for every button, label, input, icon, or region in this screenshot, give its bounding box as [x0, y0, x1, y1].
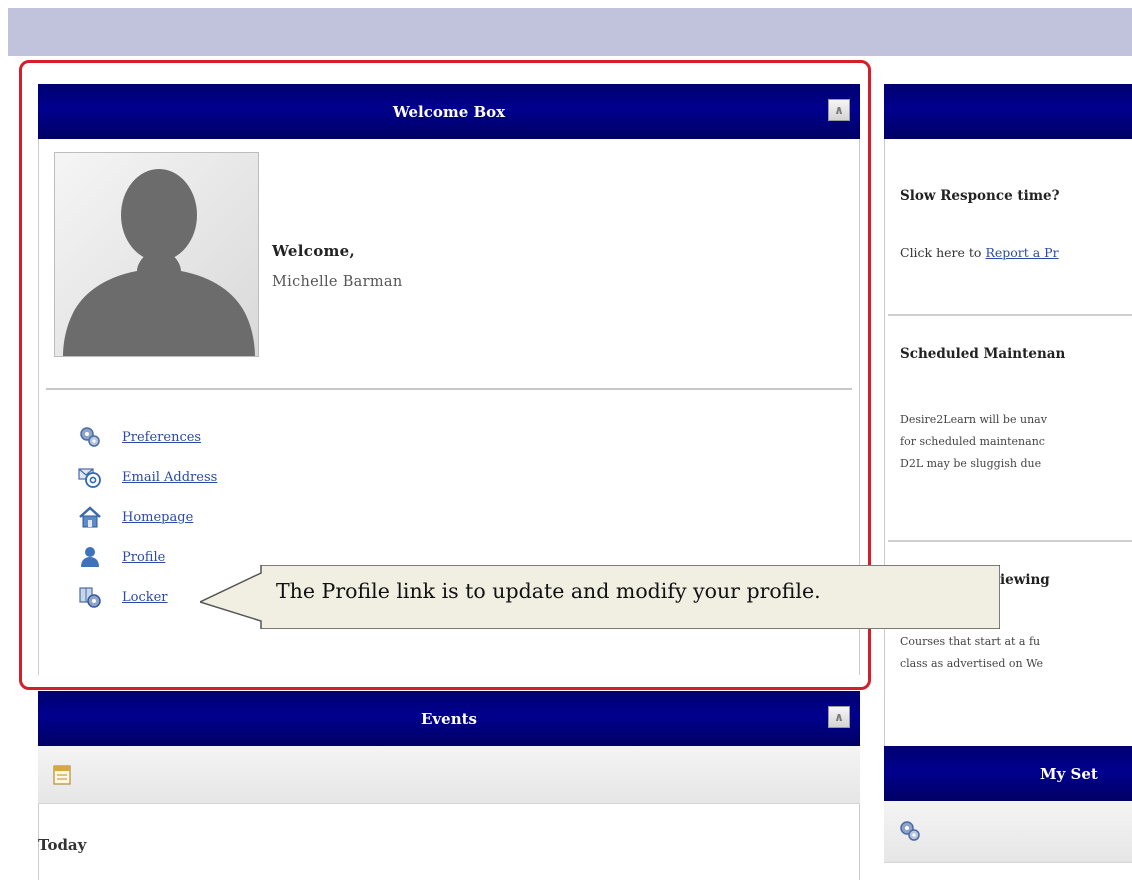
news-item-text-2a: Desire2Learn will be unav — [900, 413, 1047, 426]
events-title: Events — [421, 709, 477, 728]
my-settings-header: My Set — [884, 746, 1132, 801]
news-item-text-1: Click here to Report a Pr — [900, 245, 1059, 260]
top-banner — [8, 8, 1132, 56]
callout-text: The Profile link is to update and modify… — [276, 579, 821, 603]
news-item-text-2b: for scheduled maintenanc — [900, 435, 1045, 448]
events-header: Events ∧ — [38, 691, 860, 746]
calendar-icon[interactable] — [52, 762, 74, 786]
news-item-text-1-prefix: Click here to — [900, 245, 986, 260]
gears-icon[interactable] — [898, 819, 922, 843]
news-header — [884, 84, 1132, 139]
top-bar — [0, 0, 1132, 56]
my-settings-toolbar — [884, 801, 1132, 863]
collapse-events-button[interactable]: ∧ — [828, 706, 850, 728]
events-toolbar — [38, 746, 860, 804]
chevron-up-icon: ∧ — [834, 710, 844, 724]
report-problem-link[interactable]: Report a Pr — [985, 245, 1058, 260]
news-item-title-1: Slow Responce time? — [900, 188, 1060, 204]
today-label: Today — [38, 836, 87, 854]
news-item-text-2c: D2L may be sluggish due — [900, 457, 1042, 470]
news-divider-1 — [888, 314, 1132, 316]
news-item-title-3: iewing — [1000, 572, 1050, 588]
news-divider-2 — [888, 540, 1132, 542]
news-item-text-3b: class as advertised on We — [900, 657, 1044, 670]
my-settings-title: My Set — [1040, 764, 1098, 783]
news-item-text-3a: Courses that start at a fu — [900, 635, 1041, 648]
news-item-title-2: Scheduled Maintenan — [900, 346, 1066, 362]
